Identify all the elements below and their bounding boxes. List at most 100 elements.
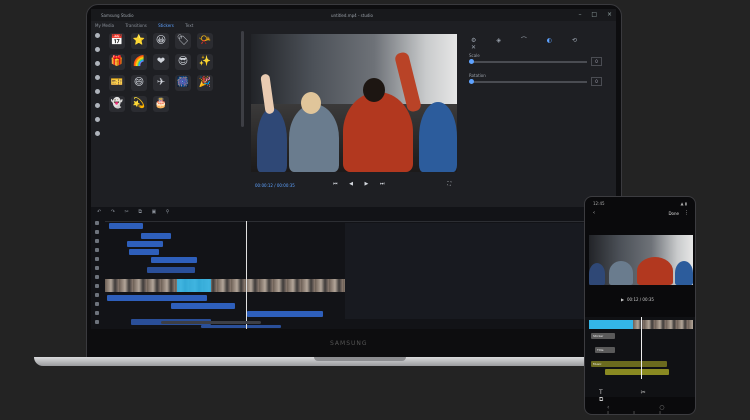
- sticker-star-small[interactable]: ✨: [197, 54, 213, 70]
- sticker-ticket[interactable]: 🎫: [109, 75, 125, 91]
- sticker-party[interactable]: 🎉: [197, 75, 213, 91]
- track-icon[interactable]: [95, 293, 99, 297]
- video-preview[interactable]: [251, 34, 457, 172]
- sticker-smile[interactable]: 😀: [153, 33, 169, 49]
- sticker-firework[interactable]: 🎆: [175, 75, 191, 91]
- track-icon[interactable]: [95, 266, 99, 270]
- sticker-star[interactable]: ⭐: [131, 33, 147, 49]
- timeline-clip[interactable]: [127, 241, 163, 247]
- audio-clip[interactable]: [247, 311, 323, 317]
- laptop-base-notch: [314, 357, 406, 361]
- timeline-clip[interactable]: [147, 267, 195, 273]
- file-title: untitled.mp4 - studio: [331, 13, 373, 18]
- maximize-button[interactable]: □: [591, 11, 597, 18]
- timeline-ruler[interactable]: [105, 218, 616, 222]
- category-icon[interactable]: [95, 61, 100, 66]
- rotation-value[interactable]: 0: [591, 77, 602, 86]
- selected-clip[interactable]: [177, 279, 211, 292]
- scale-slider[interactable]: [469, 59, 587, 64]
- track-icon[interactable]: [95, 248, 99, 252]
- tab-stickers[interactable]: Stickers: [158, 23, 174, 28]
- settings-icon[interactable]: ⚙: [471, 37, 476, 44]
- track-icon[interactable]: [95, 257, 99, 261]
- more-icon[interactable]: ⋮: [684, 210, 689, 216]
- sticker-badge[interactable]: 🏷: [175, 33, 191, 49]
- play-icon[interactable]: ▶: [621, 297, 624, 302]
- phone-clip[interactable]: [605, 369, 669, 375]
- sticker-calendar[interactable]: 📅: [109, 33, 125, 49]
- sticker-rainbow[interactable]: 🌈: [131, 54, 147, 70]
- sticker-plane[interactable]: ✈: [153, 75, 169, 91]
- track-icon[interactable]: [95, 311, 99, 315]
- category-icon[interactable]: [95, 117, 100, 122]
- phone-timeline[interactable]: Sticker Title Music: [585, 317, 695, 397]
- sticker-sunglasses[interactable]: 😎: [175, 54, 191, 70]
- timeline-clip[interactable]: [129, 249, 159, 255]
- back-icon[interactable]: ‹: [593, 210, 595, 216]
- timeline-clip[interactable]: [141, 233, 171, 239]
- sticker-ghost[interactable]: 👻: [109, 96, 125, 112]
- track-icon[interactable]: [95, 230, 99, 234]
- timeline[interactable]: ↶ ↷ ✂ ⧉ ▣ ⚲: [91, 207, 616, 329]
- rotation-slider-knob[interactable]: [469, 79, 474, 84]
- preview-person: [609, 261, 633, 285]
- curve-icon[interactable]: ⌒: [521, 37, 527, 44]
- rotation-slider[interactable]: [469, 79, 587, 84]
- sticker-horn[interactable]: 📯: [197, 33, 213, 49]
- timeline-clip[interactable]: [109, 223, 143, 229]
- playhead[interactable]: [246, 221, 247, 329]
- phone-toolbar[interactable]: T ✂ ⧉: [599, 389, 695, 404]
- timeline-scrollbar[interactable]: [161, 321, 261, 324]
- category-icon[interactable]: [95, 33, 100, 38]
- category-icon[interactable]: [95, 75, 100, 80]
- phone-selected-clip[interactable]: [589, 320, 633, 329]
- video-track[interactable]: [105, 279, 345, 292]
- tab-transitions[interactable]: Transitions: [125, 23, 146, 28]
- tab-text[interactable]: Text: [185, 23, 193, 28]
- close-button[interactable]: ×: [607, 11, 612, 18]
- phone-clip[interactable]: Sticker: [591, 333, 615, 339]
- done-button[interactable]: Done: [668, 211, 679, 216]
- phone-playhead[interactable]: [641, 317, 642, 379]
- transport-controls[interactable]: ⏮ ◀ ▶ ⏭: [333, 181, 389, 187]
- status-icons: ▲ ▮: [680, 201, 687, 206]
- color-icon[interactable]: ◐: [547, 37, 552, 44]
- phone-clip[interactable]: Music: [591, 361, 667, 367]
- transform-icon[interactable]: ◈: [496, 37, 501, 44]
- sticker-cake[interactable]: 🎂: [153, 96, 169, 112]
- laptop-brand-logo: SAMSUNG: [330, 340, 368, 347]
- timeline-toolbar[interactable]: ↶ ↷ ✂ ⧉ ▣ ⚲: [97, 209, 173, 215]
- scale-slider-knob[interactable]: [469, 59, 474, 64]
- panel-scrollbar[interactable]: [241, 31, 244, 127]
- rotate-icon[interactable]: ⟲: [572, 37, 577, 44]
- category-icon[interactable]: [95, 89, 100, 94]
- track-icon[interactable]: [95, 302, 99, 306]
- tab-my-media[interactable]: My Media: [95, 23, 114, 28]
- track-icon[interactable]: [95, 275, 99, 279]
- audio-clip[interactable]: [201, 325, 281, 328]
- phone-video-preview[interactable]: [589, 235, 693, 285]
- sticker-laugh[interactable]: 😄: [131, 75, 147, 91]
- track-icon[interactable]: [95, 221, 99, 225]
- timeline-clip[interactable]: [151, 257, 197, 263]
- audio-clip[interactable]: [171, 303, 235, 309]
- sticker-heart[interactable]: ❤: [153, 54, 169, 70]
- fullscreen-icon[interactable]: ⛶: [447, 181, 451, 187]
- track-icon[interactable]: [95, 320, 99, 324]
- category-icon[interactable]: [95, 103, 100, 108]
- app-title: Samsung Studio: [101, 13, 134, 18]
- preview-person: [257, 108, 287, 172]
- reset-icon[interactable]: ✕: [471, 44, 476, 51]
- category-icon[interactable]: [95, 47, 100, 52]
- sticker-sparkle[interactable]: 💫: [131, 96, 147, 112]
- audio-clip[interactable]: [107, 295, 207, 301]
- minimize-button[interactable]: –: [578, 11, 581, 18]
- track-icon[interactable]: [95, 284, 99, 288]
- category-icon[interactable]: [95, 131, 100, 136]
- phone-clip[interactable]: Title: [595, 347, 615, 353]
- phone-nav-bar[interactable]: ‹ ○ |||: [607, 404, 695, 414]
- sticker-gift[interactable]: 🎁: [109, 54, 125, 70]
- scale-value[interactable]: 0: [591, 57, 602, 66]
- preview-person: [419, 102, 457, 172]
- track-icon[interactable]: [95, 239, 99, 243]
